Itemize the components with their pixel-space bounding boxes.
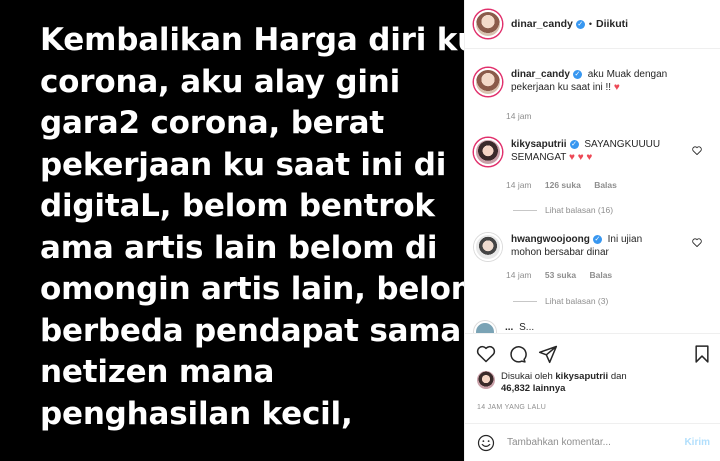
- comment-item: hwangwoojoong ✓ Ini ujian mohon bersabar …: [474, 233, 714, 261]
- comment-item-partial: ... S...: [474, 321, 714, 333]
- comment-username[interactable]: hwangwoojoong: [511, 234, 590, 245]
- heart-emoji: ♥: [613, 82, 620, 93]
- likes-user[interactable]: kikysaputrii: [555, 371, 608, 382]
- post-text-line: berbeda pendapat sama: [40, 312, 462, 349]
- comment-likes[interactable]: 126 suka: [545, 180, 581, 190]
- caption: dinar_candy ✓ aku Muak dengan pekerjaan k…: [474, 68, 714, 96]
- following-button[interactable]: Diikuti: [596, 18, 628, 30]
- post-text: Kembalikan Harga diri ku corona, aku ala…: [40, 20, 464, 435]
- comment-username[interactable]: kikysaputrii: [511, 139, 567, 150]
- post-comment-button[interactable]: Kirim: [684, 437, 710, 448]
- like-comment-heart-icon[interactable]: [692, 238, 702, 247]
- caption-time[interactable]: 14 jam: [506, 111, 532, 121]
- post-actions: Disukai oleh kikysaputrii dan 46,832 lai…: [465, 333, 720, 433]
- post-text-line: penghasilan kecil,: [40, 395, 353, 432]
- likes-count[interactable]: 46,832 lainnya: [501, 383, 565, 394]
- post-time-ago[interactable]: 14 JAM YANG LALU: [477, 404, 546, 411]
- avatar[interactable]: [474, 138, 502, 166]
- save-bookmark-icon[interactable]: [692, 344, 712, 364]
- divider: [513, 209, 537, 211]
- verified-icon: ✓: [575, 19, 585, 29]
- heart-emoji: ♥ ♥ ♥: [568, 152, 593, 163]
- comment-text: S...: [519, 322, 535, 333]
- comment-item: kikysaputrii ✓ SAYANGKUUUU SEMANGAT ♥ ♥ ♥: [474, 138, 714, 166]
- avatar[interactable]: [474, 233, 502, 261]
- avatar[interactable]: [477, 371, 495, 389]
- verified-icon: ✓: [592, 234, 602, 244]
- post-text-line: ama artis lain belom di: [40, 229, 438, 266]
- header-username[interactable]: dinar_candy: [511, 18, 573, 30]
- comment-meta: 14 jam 53 suka Balas: [506, 270, 623, 280]
- comment-meta: 14 jam 126 suka Balas: [506, 180, 628, 190]
- caption-body: dinar_candy ✓ aku Muak dengan pekerjaan k…: [511, 68, 701, 96]
- caption-meta: 14 jam: [506, 111, 543, 121]
- divider: [513, 300, 537, 302]
- comment-time[interactable]: 14 jam: [506, 180, 532, 190]
- post-text-line: corona, aku alay gini: [40, 63, 401, 100]
- caption-username[interactable]: dinar_candy: [511, 69, 570, 80]
- like-heart-icon[interactable]: [476, 344, 496, 364]
- avatar[interactable]: [474, 68, 502, 96]
- likes-summary: Disukai oleh kikysaputrii dan 46,832 lai…: [477, 371, 627, 395]
- post-text-line: omongin artis lain, belom: [40, 271, 464, 307]
- likes-text: Disukai oleh kikysaputrii dan 46,832 lai…: [501, 371, 627, 395]
- view-replies-label: Lihat balasan (3): [545, 296, 609, 306]
- post-image: Kembalikan Harga diri ku corona, aku ala…: [0, 0, 464, 461]
- likes-conj: dan: [610, 371, 627, 382]
- add-comment-bar: Kirim: [465, 423, 720, 461]
- share-icon[interactable]: [538, 344, 558, 364]
- view-replies-button[interactable]: Lihat balasan (16): [513, 205, 613, 215]
- like-comment-heart-icon[interactable]: [692, 146, 702, 155]
- post-header: dinar_candy ✓ • Diikuti: [465, 0, 720, 49]
- post-text-line: pekerjaan ku saat ini di: [40, 146, 447, 183]
- comment-time[interactable]: 14 jam: [506, 270, 532, 280]
- likes-prefix: Disukai oleh: [501, 371, 553, 382]
- emoji-icon[interactable]: [477, 434, 495, 452]
- separator-dot: •: [588, 19, 593, 29]
- view-replies-label: Lihat balasan (16): [545, 205, 614, 215]
- avatar[interactable]: [474, 10, 502, 38]
- comment-body: hwangwoojoong ✓ Ini ujian mohon bersabar …: [511, 233, 661, 261]
- post-text-line: digitaL, belom bentrok: [40, 188, 435, 224]
- post-text-line: netizen mana: [40, 354, 275, 390]
- header-user: dinar_candy ✓ • Diikuti: [511, 18, 628, 30]
- reply-button[interactable]: Balas: [589, 270, 612, 280]
- comments-list[interactable]: dinar_candy ✓ aku Muak dengan pekerjaan k…: [465, 50, 720, 333]
- post-side-panel: dinar_candy ✓ • Diikuti dinar_candy ✓ aku…: [464, 0, 720, 461]
- comment-body: kikysaputrii ✓ SAYANGKUUUU SEMANGAT ♥ ♥ ♥: [511, 138, 701, 166]
- view-replies-button[interactable]: Lihat balasan (3): [513, 296, 608, 306]
- comment-body: ... S...: [505, 321, 695, 333]
- verified-icon: ✓: [569, 139, 579, 149]
- reply-button[interactable]: Balas: [594, 180, 617, 190]
- comment-input[interactable]: [507, 437, 677, 448]
- post-text-line: Kembalikan Harga diri ku: [40, 22, 464, 58]
- verified-icon: ✓: [572, 69, 582, 79]
- comment-username[interactable]: ...: [505, 322, 513, 333]
- comment-likes[interactable]: 53 suka: [545, 270, 576, 280]
- comment-icon[interactable]: [507, 344, 527, 364]
- avatar[interactable]: [474, 321, 496, 333]
- post-text-line: gara2 corona, berat: [40, 105, 384, 141]
